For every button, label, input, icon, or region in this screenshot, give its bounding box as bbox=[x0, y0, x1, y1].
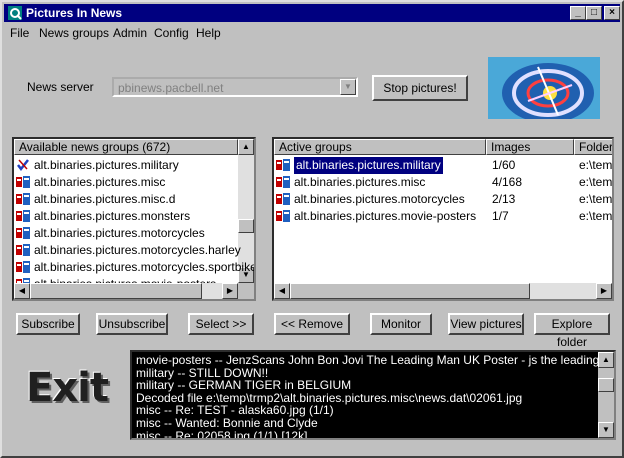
available-group-label: alt.binaries.pictures.monsters bbox=[34, 209, 191, 223]
remove-button[interactable]: << Remove bbox=[274, 313, 350, 335]
chevron-down-icon[interactable]: ▼ bbox=[340, 79, 356, 95]
monitor-button[interactable]: Monitor bbox=[370, 313, 432, 335]
active-groups-list[interactable]: Active groups Images Folder alt.binaries… bbox=[272, 137, 614, 301]
active-hscrollbar[interactable]: ◀ ▶ bbox=[274, 283, 612, 299]
active-group-row[interactable]: alt.binaries.pictures.misc 4/168 e:\temp\ bbox=[276, 174, 612, 191]
app-window: Pictures In News _ □ × File News groups … bbox=[0, 0, 624, 458]
log-line: misc -- Re: 02058.jpg (1/1) [12k] bbox=[136, 428, 308, 440]
menu-admin[interactable]: Admin bbox=[113, 26, 147, 40]
newsgroup-icon bbox=[16, 193, 30, 205]
scroll-down-arrow-icon[interactable]: ▼ bbox=[598, 422, 614, 438]
stop-pictures-button[interactable]: Stop pictures! bbox=[372, 75, 468, 101]
newsgroup-icon bbox=[276, 176, 290, 188]
log-scroll-thumb[interactable] bbox=[598, 378, 614, 392]
newsgroup-icon bbox=[16, 210, 30, 222]
active-group-images: 1/60 bbox=[492, 158, 516, 172]
available-group-item[interactable]: alt.binaries.pictures.misc.d bbox=[16, 191, 236, 208]
scroll-right-arrow-icon[interactable]: ▶ bbox=[222, 283, 238, 299]
available-group-label: alt.binaries.pictures.motorcycles bbox=[34, 226, 205, 240]
active-group-row[interactable]: alt.binaries.pictures.military 1/60 e:\tem… bbox=[276, 157, 612, 174]
available-group-item[interactable]: alt.binaries.pictures.monsters bbox=[16, 208, 236, 225]
available-group-label: alt.binaries.pictures.misc bbox=[34, 175, 166, 189]
maximize-button[interactable]: □ bbox=[586, 6, 602, 20]
active-group-name: alt.binaries.pictures.misc bbox=[294, 175, 426, 189]
newsgroup-icon bbox=[16, 176, 30, 188]
active-group-folder: e:\temp\ bbox=[579, 209, 613, 223]
scroll-up-arrow-icon[interactable]: ▲ bbox=[598, 352, 614, 368]
active-group-folder: e:\temp\ bbox=[579, 158, 613, 172]
exit-button[interactable]: Exit bbox=[26, 365, 109, 411]
menu-config[interactable]: Config bbox=[154, 26, 189, 40]
scroll-right-arrow-icon[interactable]: ▶ bbox=[596, 283, 612, 299]
available-group-label: alt.binaries.pictures.motorcycles.sportb… bbox=[34, 260, 256, 274]
newsgroup-icon bbox=[16, 227, 30, 239]
active-group-folder: e:\temp\ bbox=[579, 175, 613, 189]
newsgroup-icon bbox=[276, 159, 290, 171]
log-panel: movie-posters -- JenzScans John Bon Jovi… bbox=[130, 350, 616, 440]
unsubscribe-button[interactable]: Unsubscribe bbox=[96, 313, 168, 335]
title-bar[interactable]: Pictures In News _ □ × bbox=[4, 4, 620, 22]
minimize-button[interactable]: _ bbox=[570, 6, 586, 20]
scroll-left-arrow-icon[interactable]: ◀ bbox=[14, 283, 30, 299]
scroll-corner bbox=[238, 283, 254, 299]
news-server-combo[interactable]: pbinews.pacbell.net ▼ bbox=[112, 77, 358, 97]
newsgroup-icon bbox=[16, 244, 30, 256]
explore-folder-button[interactable]: Explore folder bbox=[534, 313, 610, 349]
subscribed-check-icon bbox=[16, 158, 30, 172]
app-icon bbox=[8, 6, 22, 20]
hscroll-thumb[interactable] bbox=[290, 283, 530, 299]
available-group-item[interactable]: alt.binaries.pictures.military bbox=[16, 157, 236, 174]
menu-file[interactable]: File bbox=[10, 26, 29, 40]
available-group-label: alt.binaries.pictures.motorcycles.harley bbox=[34, 243, 241, 257]
active-group-name: alt.binaries.pictures.military bbox=[294, 157, 443, 174]
active-group-row[interactable]: alt.binaries.pictures.movie-posters 1/7 e:… bbox=[276, 208, 612, 225]
active-group-images: 2/13 bbox=[492, 192, 516, 206]
available-group-label: alt.binaries.pictures.military bbox=[34, 158, 179, 172]
available-group-item[interactable]: alt.binaries.pictures.motorcycles.sportb… bbox=[16, 259, 254, 276]
view-pictures-button[interactable]: View pictures bbox=[448, 313, 524, 335]
logo-image bbox=[488, 57, 600, 119]
close-button[interactable]: × bbox=[604, 6, 620, 20]
available-group-item[interactable]: alt.binaries.pictures.misc bbox=[16, 174, 236, 191]
active-group-images: 4/168 bbox=[492, 175, 523, 189]
active-group-folder: e:\temp\ bbox=[579, 192, 613, 206]
scroll-left-arrow-icon[interactable]: ◀ bbox=[274, 283, 290, 299]
available-group-item[interactable]: alt.binaries.pictures.motorcycles bbox=[16, 225, 236, 242]
active-group-row[interactable]: alt.binaries.pictures.motorcycles 2/13 e:\… bbox=[276, 191, 612, 208]
newsgroup-icon bbox=[276, 210, 290, 222]
available-group-item[interactable]: alt.binaries.pictures.motorcycles.harley bbox=[16, 242, 241, 259]
col-images[interactable]: Images bbox=[486, 139, 574, 155]
hscroll-thumb[interactable] bbox=[30, 283, 202, 299]
log-vscrollbar[interactable]: ▲ ▼ bbox=[598, 352, 614, 438]
menu-help[interactable]: Help bbox=[196, 26, 221, 40]
news-server-value: pbinews.pacbell.net bbox=[118, 81, 224, 95]
news-server-label: News server bbox=[27, 80, 94, 94]
subscribe-button[interactable]: Subscribe bbox=[16, 313, 80, 335]
available-group-label: alt.binaries.pictures.misc.d bbox=[34, 192, 176, 206]
available-hscrollbar[interactable]: ◀ ▶ bbox=[14, 283, 238, 299]
col-folder[interactable]: Folder bbox=[574, 139, 612, 155]
newsgroup-icon bbox=[16, 261, 30, 273]
scroll-thumb[interactable] bbox=[238, 219, 254, 233]
menu-news-groups[interactable]: News groups bbox=[39, 26, 109, 40]
active-group-images: 1/7 bbox=[492, 209, 509, 223]
scroll-up-arrow-icon[interactable]: ▲ bbox=[238, 139, 254, 155]
menu-bar: File News groups Admin Config Help bbox=[4, 23, 620, 41]
active-group-name: alt.binaries.pictures.movie-posters bbox=[294, 209, 477, 223]
select-button[interactable]: Select >> bbox=[188, 313, 254, 335]
available-groups-header[interactable]: Available news groups (672) bbox=[14, 139, 238, 155]
col-active-groups[interactable]: Active groups bbox=[274, 139, 486, 155]
available-groups-list[interactable]: Available news groups (672) ▲ ▼ alt.bina… bbox=[12, 137, 256, 301]
active-group-name: alt.binaries.pictures.motorcycles bbox=[294, 192, 465, 206]
newsgroup-icon bbox=[276, 193, 290, 205]
window-title: Pictures In News bbox=[26, 6, 123, 20]
